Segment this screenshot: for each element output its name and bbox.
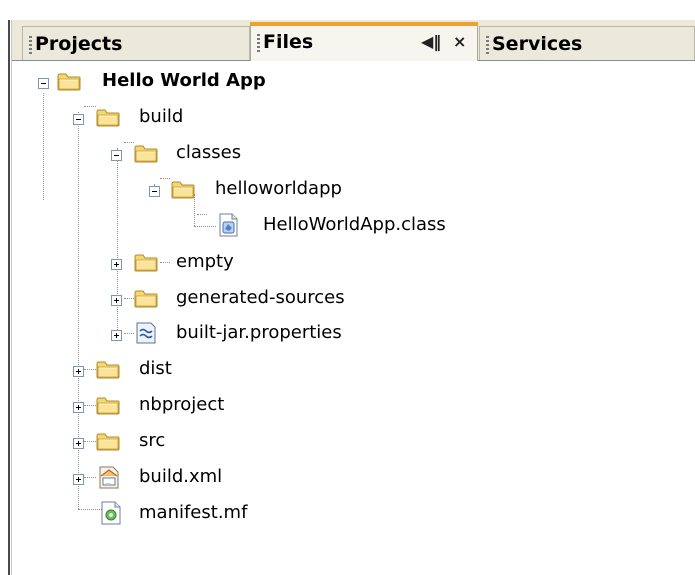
class-file-icon: [219, 213, 238, 237]
tree-item-root[interactable]: Hello World App: [12, 70, 695, 100]
folder-icon: [134, 290, 158, 308]
tree-item-build-xml[interactable]: … build.xml: [12, 466, 695, 496]
tree-item-label: build: [139, 106, 184, 127]
expand-toggle[interactable]: [111, 259, 122, 270]
manifest-file-icon: [101, 501, 121, 525]
collapse-toggle[interactable]: [111, 150, 122, 161]
collapse-toggle[interactable]: [149, 186, 160, 197]
active-tab-indicator: [250, 22, 478, 26]
tree-item-helloworldapp[interactable]: helloworldapp: [12, 178, 695, 208]
properties-file-icon: [136, 322, 156, 344]
tab-projects[interactable]: Projects: [22, 26, 250, 60]
tree-item-label: built-jar.properties: [176, 322, 342, 343]
expand-toggle[interactable]: [73, 438, 84, 449]
tab-files[interactable]: Files ◀‖ ×: [250, 22, 478, 61]
expand-toggle[interactable]: [73, 366, 84, 377]
tree-item-build[interactable]: build: [12, 106, 695, 136]
tab-label: Projects: [35, 33, 123, 55]
expand-toggle[interactable]: [73, 474, 84, 485]
tree-item-label: dist: [139, 358, 172, 379]
folder-icon: [96, 109, 120, 127]
tree-item-label: build.xml: [139, 466, 223, 487]
folder-icon: [96, 361, 120, 379]
files-window: Projects Files ◀‖ × Services Hello World…: [0, 0, 695, 575]
tree-item-dist[interactable]: dist: [12, 358, 695, 388]
tab-bar: Projects Files ◀‖ × Services: [12, 20, 695, 61]
tab-grip: [257, 34, 260, 52]
tab-grip: [486, 36, 489, 54]
tree-item-nbproject[interactable]: nbproject: [12, 394, 695, 424]
tree-item-src[interactable]: src: [12, 430, 695, 460]
expand-toggle[interactable]: [111, 295, 122, 306]
folder-icon: [171, 181, 195, 199]
folder-icon: [96, 433, 120, 451]
tab-grip: [29, 36, 32, 54]
tab-label: Files: [263, 31, 314, 53]
folder-icon: [96, 397, 120, 415]
svg-text:…: …: [105, 479, 111, 486]
tree-item-class-file[interactable]: HelloWorldApp.class: [12, 213, 695, 244]
tree-item-label: manifest.mf: [139, 502, 248, 523]
tree-item-label: Hello World App: [102, 70, 266, 91]
tree-item-label: generated-sources: [176, 287, 345, 308]
file-tree: Hello World App build classes helloworld…: [12, 61, 695, 575]
collapse-toggle[interactable]: [73, 114, 84, 125]
tree-item-manifest[interactable]: manifest.mf: [12, 501, 695, 532]
ant-build-file-icon: …: [99, 466, 119, 489]
folder-icon: [57, 73, 81, 91]
tree-item-label: HelloWorldApp.class: [263, 214, 446, 235]
expand-toggle[interactable]: [73, 402, 84, 413]
tree-item-label: empty: [176, 251, 234, 272]
tab-services[interactable]: Services: [479, 26, 695, 60]
tree-item-built-jar-properties[interactable]: built-jar.properties: [12, 322, 695, 352]
window-border: [8, 20, 10, 575]
tree-item-classes[interactable]: classes: [12, 142, 695, 172]
minimize-window-button[interactable]: ◀‖: [421, 32, 441, 51]
close-tab-button[interactable]: ×: [453, 32, 466, 51]
tree-item-label: src: [139, 430, 166, 451]
folder-icon: [134, 254, 158, 272]
tab-label: Services: [492, 33, 583, 55]
tree-item-label: helloworldapp: [215, 178, 342, 199]
tree-item-empty[interactable]: empty: [12, 251, 695, 281]
expand-toggle[interactable]: [111, 330, 122, 341]
tree-item-label: classes: [176, 142, 242, 163]
tree-item-label: nbproject: [139, 394, 225, 415]
folder-icon: [134, 145, 158, 163]
collapse-toggle[interactable]: [38, 78, 49, 89]
tree-item-generated-sources[interactable]: generated-sources: [12, 287, 695, 317]
